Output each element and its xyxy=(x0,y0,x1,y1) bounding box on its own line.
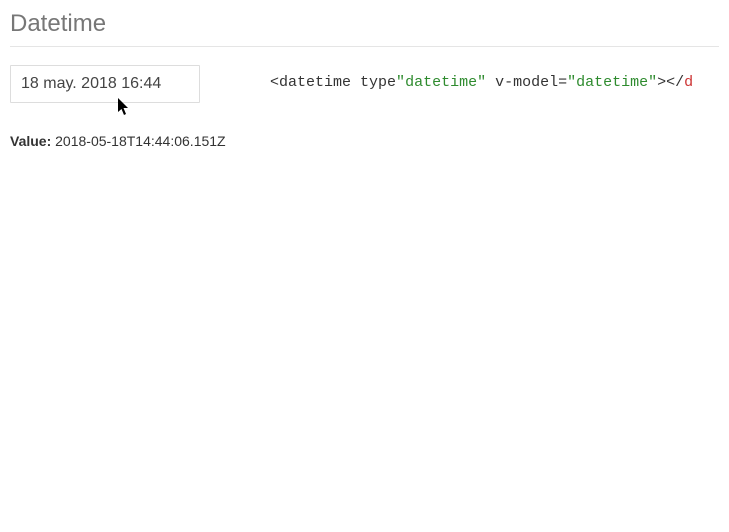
section-heading: Datetime xyxy=(10,0,719,47)
code-bracket: ></ xyxy=(657,74,684,91)
left-column: Value: 2018-05-18T14:44:06.151Z xyxy=(10,65,270,149)
value-label: Value: xyxy=(10,133,51,149)
code-tag: datetime xyxy=(279,74,351,91)
code-bracket: < xyxy=(270,74,279,91)
code-quote: " xyxy=(648,74,657,91)
code-snippet: <datetime type"datetime" v-model="dateti… xyxy=(270,74,693,91)
code-column: <datetime type"datetime" v-model="dateti… xyxy=(270,65,719,91)
datetime-input[interactable] xyxy=(10,65,200,103)
code-attr-value: datetime xyxy=(576,74,648,91)
content-row: Value: 2018-05-18T14:44:06.151Z <datetim… xyxy=(10,65,719,149)
code-attr-name: v-model= xyxy=(486,74,567,91)
code-quote: " xyxy=(477,74,486,91)
value-line: Value: 2018-05-18T14:44:06.151Z xyxy=(10,133,270,149)
code-tag-close: d xyxy=(684,74,693,91)
code-quote: " xyxy=(396,74,405,91)
value-text: 2018-05-18T14:44:06.151Z xyxy=(55,133,225,149)
code-attr-value: datetime xyxy=(405,74,477,91)
code-quote: " xyxy=(567,74,576,91)
code-attr-name: type xyxy=(351,74,396,91)
